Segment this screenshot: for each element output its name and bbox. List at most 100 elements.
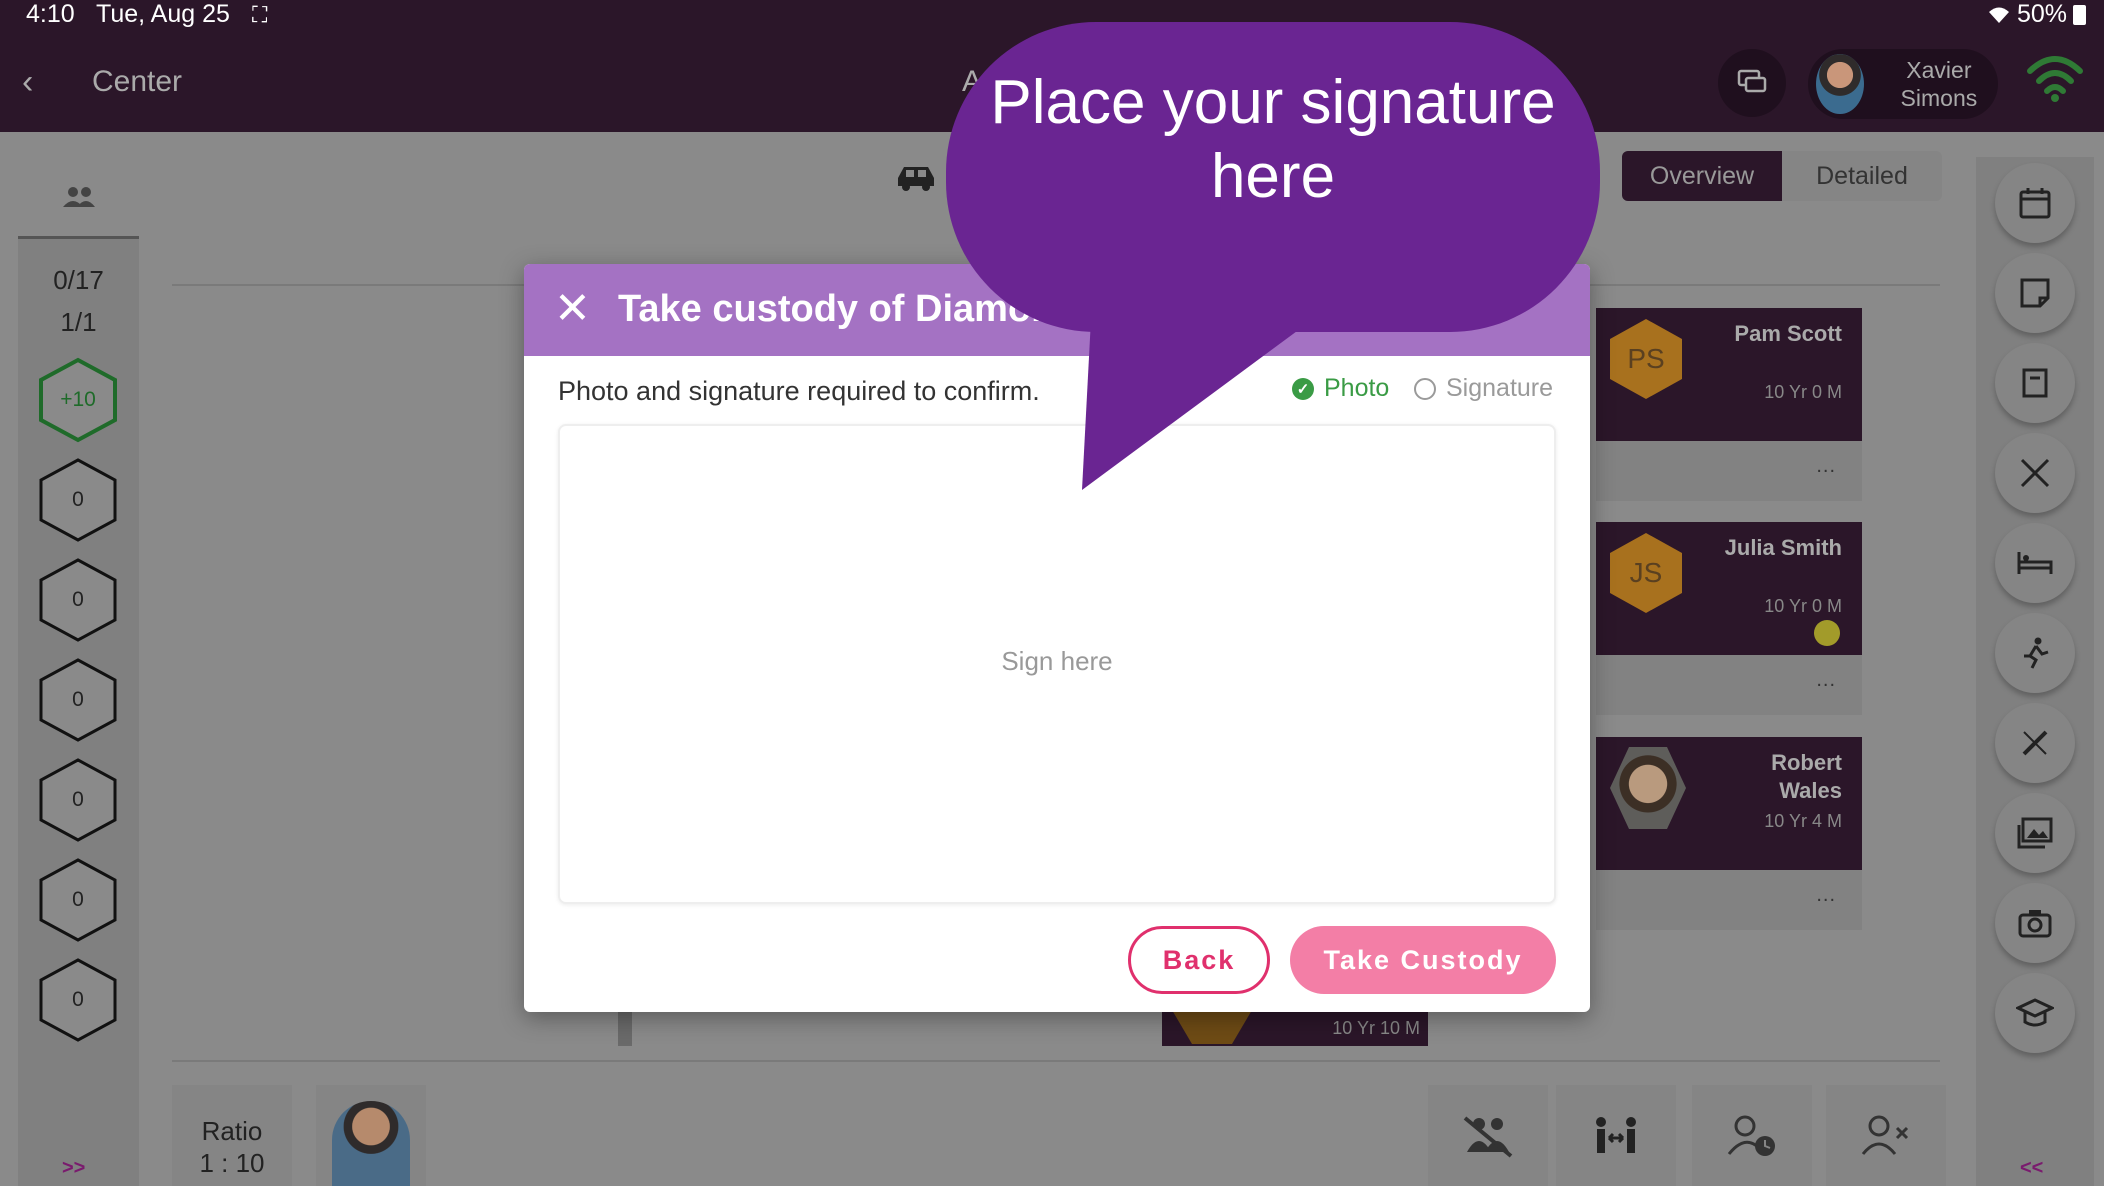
take-custody-dialog: ✕ Take custody of Diamon Photo and signa… bbox=[524, 264, 1590, 1012]
camera-button[interactable] bbox=[1995, 883, 2075, 963]
chat-button[interactable] bbox=[1718, 49, 1786, 117]
signature-pad[interactable]: Sign here bbox=[558, 424, 1556, 904]
signature-placeholder: Sign here bbox=[1001, 646, 1113, 676]
checked-in-count: 0/17 bbox=[53, 265, 104, 295]
car-icon bbox=[898, 167, 934, 191]
child-name: Pam Scott bbox=[1734, 321, 1842, 346]
group-tab[interactable] bbox=[18, 157, 139, 239]
child-name: Julia Smith bbox=[1724, 535, 1842, 560]
connection-wifi-icon bbox=[2027, 56, 2083, 102]
pencil-ruler-icon bbox=[2022, 730, 2048, 756]
scroll-track bbox=[618, 1010, 632, 1046]
view-toggle: Overview Detailed bbox=[1622, 151, 1942, 201]
more-options-icon[interactable]: ... bbox=[1816, 884, 1836, 907]
child-age: 10 Yr 4 M bbox=[1764, 811, 1842, 831]
child-card[interactable]: JS Julia Smith 10 Yr 0 M bbox=[1596, 522, 1862, 655]
camera-icon bbox=[2018, 910, 2052, 938]
take-custody-button[interactable]: Take Custody bbox=[1290, 926, 1556, 994]
graduation-cap-icon bbox=[2016, 998, 2054, 1027]
empty-circle-icon bbox=[1414, 377, 1436, 400]
battery-icon bbox=[2073, 4, 2086, 25]
room-badge-plus[interactable]: +10 bbox=[37, 357, 119, 443]
tooltip-text: Place your signature here bbox=[990, 68, 1556, 211]
child-age: 10 Yr 0 M bbox=[1764, 382, 1842, 402]
person-clock-icon bbox=[1727, 1115, 1775, 1156]
close-icon[interactable]: ✕ bbox=[554, 284, 591, 334]
right-sidebar: << bbox=[1976, 157, 2094, 1186]
expand-sidebar-button[interactable]: >> bbox=[62, 1157, 85, 1180]
status-time: 4:10 bbox=[26, 0, 75, 28]
child-name: Robert Wales bbox=[1771, 750, 1842, 803]
activity-button[interactable] bbox=[1995, 613, 2075, 693]
room-badge[interactable]: 0 bbox=[37, 757, 119, 843]
meal-button[interactable] bbox=[1995, 433, 2075, 513]
battery-percent: 50% bbox=[2016, 0, 2067, 28]
divider bbox=[172, 1060, 1940, 1062]
note-button[interactable] bbox=[1995, 253, 2075, 333]
left-sidebar: 0/17 1/1 +10 0 0 0 0 0 0 >> bbox=[18, 157, 139, 1186]
check-out-button[interactable] bbox=[1826, 1085, 1946, 1186]
dialog-title: Take custody of Diamon bbox=[618, 288, 1055, 330]
signature-requirement: Signature bbox=[1414, 374, 1553, 403]
center-title[interactable]: Center bbox=[92, 65, 182, 99]
health-button[interactable] bbox=[1995, 703, 2075, 783]
child-initials-badge: PS bbox=[1606, 316, 1686, 402]
room-badge[interactable]: 0 bbox=[37, 657, 119, 743]
room-badge[interactable]: 0 bbox=[37, 457, 119, 543]
notebook-icon bbox=[2022, 368, 2048, 398]
people-icon bbox=[62, 186, 95, 207]
separate-children-button[interactable] bbox=[1428, 1085, 1548, 1186]
people-crossed-icon bbox=[1463, 1115, 1513, 1158]
check-in-later-button[interactable] bbox=[1692, 1085, 1812, 1186]
collapse-sidebar-button[interactable]: << bbox=[2020, 1157, 2043, 1180]
child-age: 10 Yr 10 M bbox=[1332, 1018, 1420, 1038]
room-badge[interactable]: 0 bbox=[37, 557, 119, 643]
back-chevron-icon[interactable]: ‹ bbox=[22, 63, 33, 102]
chat-icon bbox=[1737, 69, 1767, 93]
more-options-icon[interactable]: ... bbox=[1816, 669, 1836, 692]
avatar bbox=[1816, 54, 1864, 114]
gallery-button[interactable] bbox=[1995, 793, 2075, 873]
child-card-footer: ... bbox=[1596, 441, 1862, 501]
tab-overview[interactable]: Overview bbox=[1622, 151, 1782, 201]
user-profile-button[interactable]: Xavier Simons bbox=[1808, 49, 1998, 119]
child-age: 10 Yr 0 M bbox=[1764, 596, 1842, 616]
wifi-status-icon bbox=[1988, 7, 2009, 23]
learning-button[interactable] bbox=[1995, 973, 2075, 1053]
photo-requirement-label: Photo bbox=[1324, 374, 1390, 402]
person-remove-icon bbox=[1861, 1115, 1909, 1155]
fullscreen-icon: ⛶ bbox=[252, 2, 268, 27]
incident-button[interactable] bbox=[1995, 343, 2075, 423]
tooltip-bubble: Place your signature here bbox=[946, 22, 1600, 332]
staff-count: 1/1 bbox=[60, 307, 97, 337]
nap-button[interactable] bbox=[1995, 523, 2075, 603]
child-card-footer: ... bbox=[1596, 870, 1862, 930]
people-transfer-icon bbox=[1596, 1116, 1636, 1153]
ratio-value: 1 : 10 bbox=[199, 1148, 265, 1178]
more-options-icon[interactable]: ... bbox=[1816, 455, 1836, 478]
room-badge[interactable]: 0 bbox=[37, 857, 119, 943]
child-photo bbox=[1610, 747, 1686, 829]
child-card[interactable]: Robert Wales 10 Yr 4 M bbox=[1596, 737, 1862, 870]
running-person-icon bbox=[2024, 637, 2049, 669]
back-button[interactable]: Back bbox=[1128, 926, 1270, 994]
calendar-button[interactable] bbox=[1995, 163, 2075, 243]
transport-button[interactable] bbox=[880, 150, 952, 204]
staff-avatar[interactable] bbox=[316, 1085, 426, 1186]
photo-gallery-icon bbox=[2017, 817, 2053, 849]
signature-requirement-label: Signature bbox=[1446, 374, 1554, 402]
heart-icon bbox=[1814, 620, 1840, 646]
note-icon bbox=[2020, 278, 2050, 308]
bed-icon bbox=[2017, 552, 2053, 574]
child-card-footer: ... bbox=[1596, 655, 1862, 715]
fork-knife-icon bbox=[2020, 458, 2050, 488]
tab-detailed[interactable]: Detailed bbox=[1782, 151, 1942, 201]
status-bar: 4:10 Tue, Aug 25 ⛶ 50% bbox=[0, 0, 2104, 31]
room-badge[interactable]: 0 bbox=[37, 957, 119, 1043]
ratio-display: Ratio 1 : 10 bbox=[172, 1085, 292, 1186]
transfer-children-button[interactable] bbox=[1556, 1085, 1676, 1186]
calendar-icon bbox=[2019, 188, 2051, 219]
dialog-instruction: Photo and signature required to confirm. bbox=[558, 376, 1040, 406]
child-card[interactable]: PS Pam Scott 10 Yr 0 M bbox=[1596, 308, 1862, 441]
user-name: Xavier Simons bbox=[1900, 57, 1978, 111]
